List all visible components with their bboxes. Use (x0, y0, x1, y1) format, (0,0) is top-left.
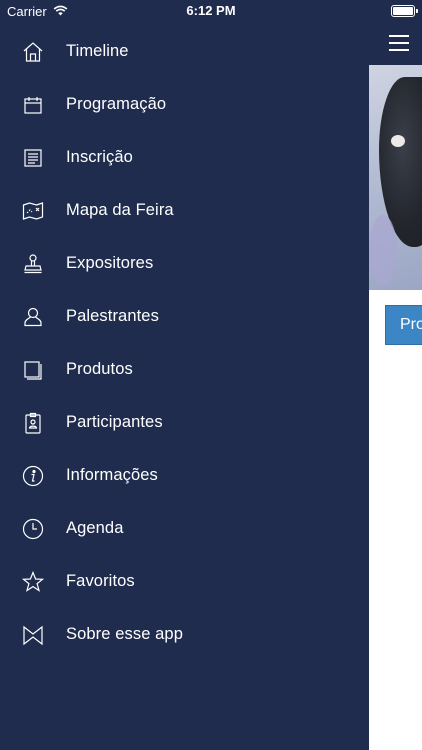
pages-icon (22, 359, 44, 381)
menu-item-timeline[interactable]: Timeline (0, 25, 369, 78)
menu-label-participantes: Participantes (66, 413, 163, 431)
content-button[interactable]: Pro (385, 305, 422, 345)
badge-icon (22, 412, 44, 434)
menu-label-timeline: Timeline (66, 42, 129, 60)
navigation-bar (369, 0, 422, 65)
menu-item-participantes[interactable]: Participantes (0, 396, 369, 449)
menu-label-informacoes: Informações (66, 466, 158, 484)
main-content-peek[interactable]: Pro (369, 0, 422, 750)
status-bar-left: Carrier (7, 3, 68, 19)
menu-item-programacao[interactable]: Programação (0, 78, 369, 131)
map-icon (22, 200, 44, 222)
menu-item-sobre-esse-app[interactable]: Sobre esse app (0, 608, 369, 661)
menu-label-mapa-da-feira: Mapa da Feira (66, 201, 174, 219)
menu-item-favoritos[interactable]: Favoritos (0, 555, 369, 608)
menu-label-palestrantes: Palestrantes (66, 307, 159, 325)
document-icon (22, 147, 44, 169)
home-icon (22, 41, 44, 63)
menu-label-inscricao: Inscrição (66, 148, 133, 166)
carrier-label: Carrier (7, 3, 47, 19)
menu-item-mapa-da-feira[interactable]: Mapa da Feira (0, 184, 369, 237)
navigation-menu: Timeline Programação Inscrição Mapa da F… (0, 25, 369, 661)
battery-icon (391, 5, 418, 17)
menu-label-sobre-esse-app: Sobre esse app (66, 625, 183, 643)
menu-item-produtos[interactable]: Produtos (0, 343, 369, 396)
star-icon (22, 570, 44, 593)
menu-item-inscricao[interactable]: Inscrição (0, 131, 369, 184)
menu-label-programacao: Programação (66, 95, 167, 113)
menu-item-informacoes[interactable]: Informações (0, 449, 369, 502)
menu-item-palestrantes[interactable]: Palestrantes (0, 290, 369, 343)
side-menu-drawer: Carrier Timeline Programação Inscrição M… (0, 0, 369, 750)
envelope-icon (22, 624, 44, 646)
person-icon (22, 306, 44, 328)
calendar-icon (22, 94, 44, 116)
menu-label-favoritos: Favoritos (66, 572, 135, 590)
menu-label-agenda: Agenda (66, 519, 124, 537)
stamp-icon (22, 253, 44, 275)
menu-item-agenda[interactable]: Agenda (0, 502, 369, 555)
menu-item-expositores[interactable]: Expositores (0, 237, 369, 290)
menu-label-expositores: Expositores (66, 254, 154, 272)
wifi-icon (53, 4, 68, 19)
info-icon (22, 465, 44, 487)
hero-image (369, 65, 422, 290)
menu-label-produtos: Produtos (66, 360, 133, 378)
clock-icon (22, 518, 44, 540)
hamburger-menu-icon[interactable] (389, 35, 409, 51)
